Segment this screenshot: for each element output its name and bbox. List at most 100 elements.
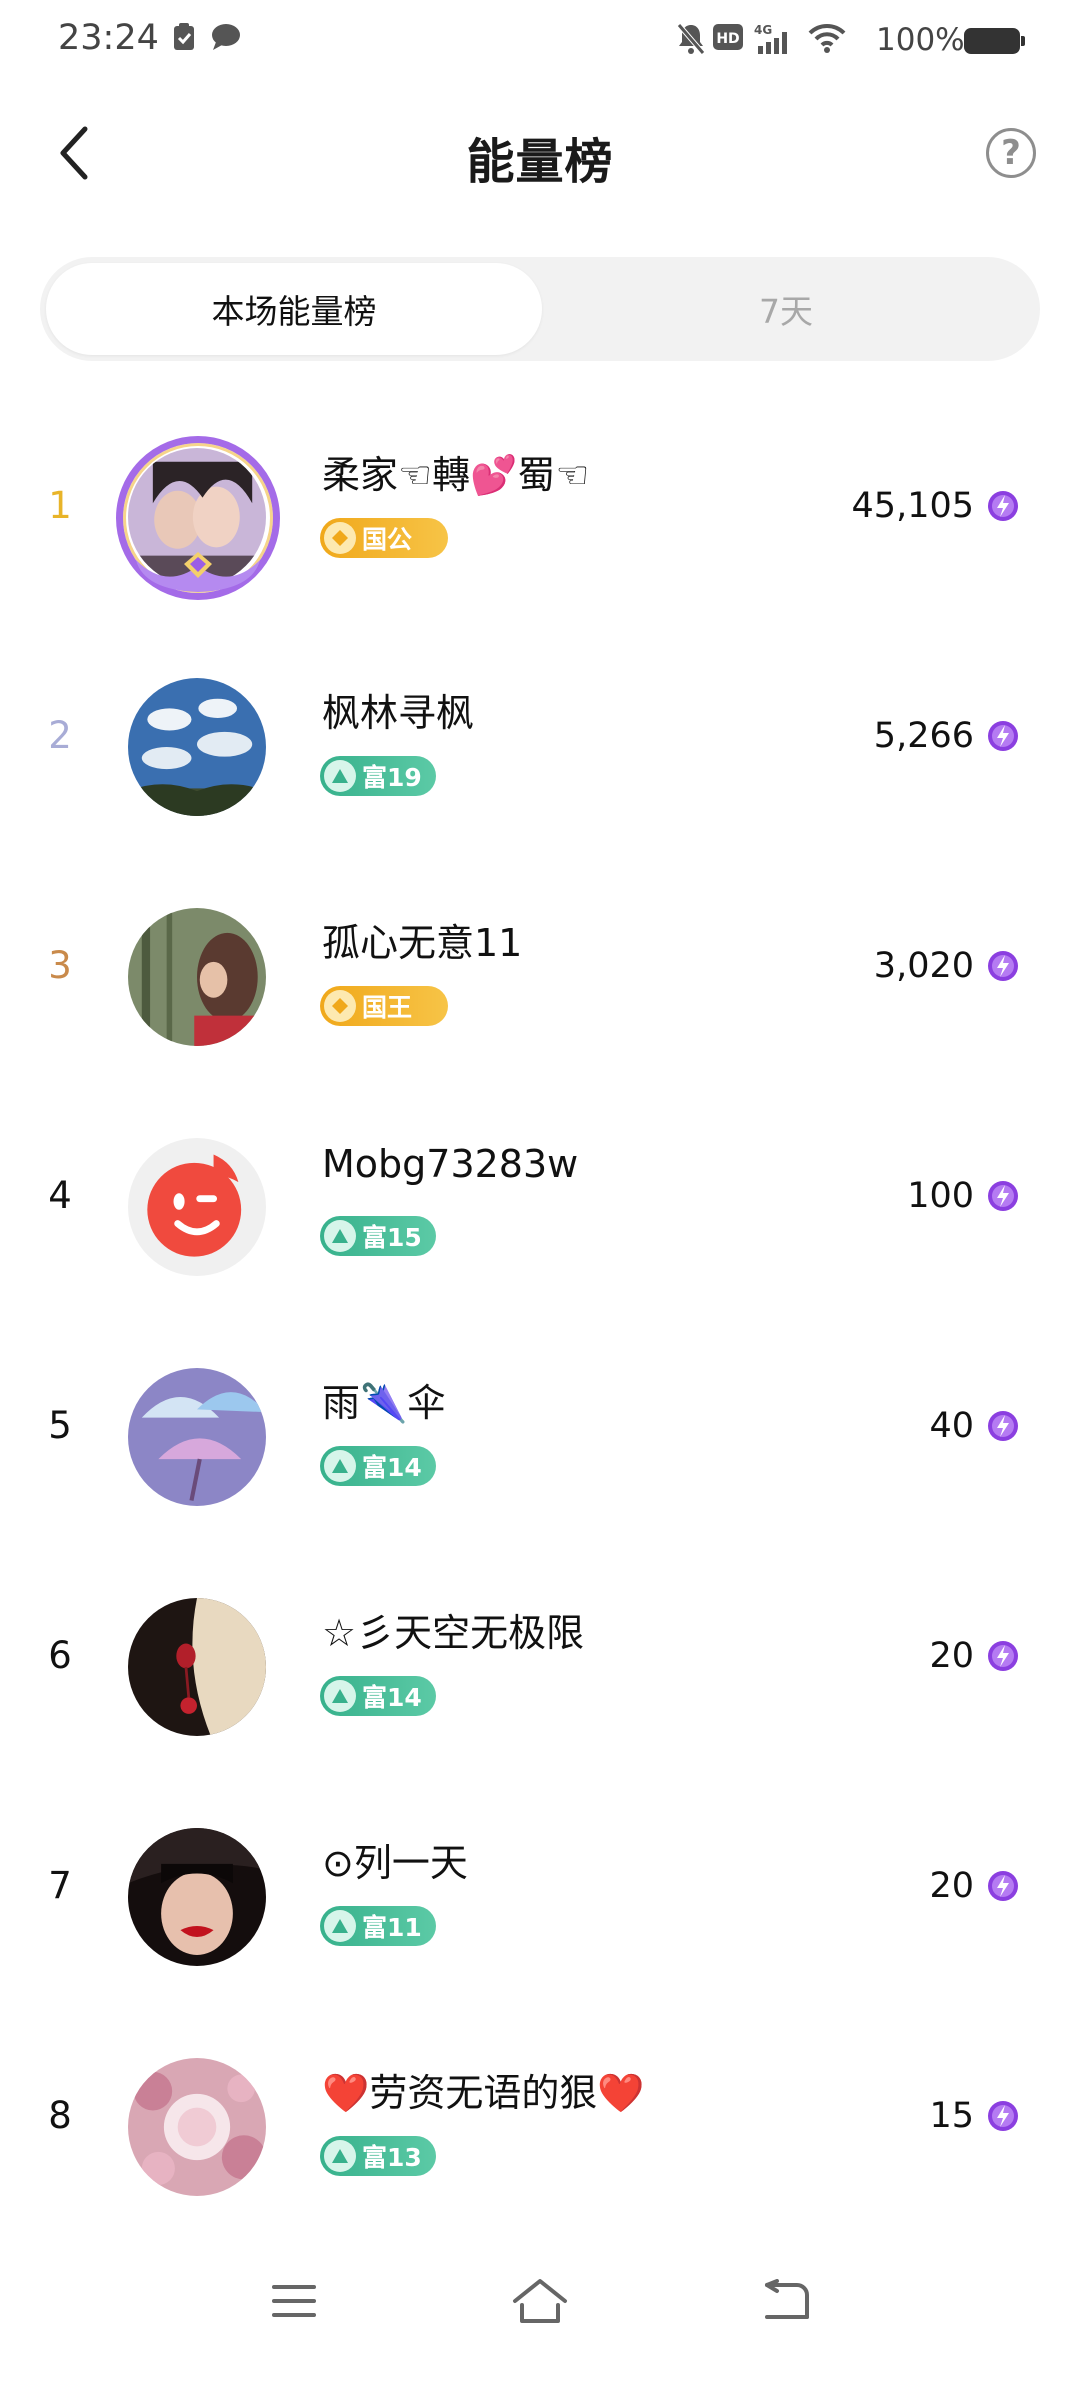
noble-badge: 国王 — [320, 986, 448, 1026]
score-value: 100 — [907, 1176, 974, 1216]
avatar[interactable] — [128, 1598, 266, 1736]
ranking-row[interactable]: 2 枫林寻枫 富19 5,266 — [0, 630, 1080, 860]
page-title: 能量榜 — [466, 134, 614, 190]
ranking-row[interactable]: 4 Mobg73283w 富15 100 — [0, 1090, 1080, 1320]
wealth-badge: 富13 — [320, 2136, 436, 2176]
signal-4g-icon: 4G — [754, 22, 794, 60]
energy-bolt-icon — [988, 1181, 1018, 1211]
wealth-badge: 富19 — [320, 756, 436, 796]
rank-number: 6 — [48, 1634, 72, 1677]
ranking-row[interactable]: 1 柔家☜轉💕蜀☜ 国公 45,105 — [0, 400, 1080, 630]
wealth-badge: 富14 — [320, 1446, 436, 1486]
energy-bolt-icon — [988, 951, 1018, 981]
menu-icon — [272, 2285, 316, 2317]
energy-bolt-icon — [988, 1641, 1018, 1671]
back-icon — [765, 2279, 809, 2319]
badge-label: 富19 — [362, 763, 422, 792]
header: 能量榜 ? — [0, 100, 1080, 210]
energy-bolt-icon — [988, 1411, 1018, 1441]
badge-label: 富15 — [362, 1223, 422, 1252]
score-value: 3,020 — [873, 946, 974, 986]
energy-score: 5,266 — [874, 714, 1020, 758]
badge-label: 富14 — [362, 1453, 422, 1482]
svg-text:4G: 4G — [754, 23, 772, 37]
noble-badge: 国公 — [320, 518, 448, 558]
badge-label: 富11 — [362, 1913, 422, 1942]
wifi-icon — [808, 22, 846, 58]
score-value: 20 — [929, 1866, 974, 1906]
home-button[interactable] — [500, 2266, 580, 2336]
rank-number: 1 — [48, 484, 72, 527]
mute-bell-icon — [676, 22, 706, 60]
score-value: 15 — [929, 2096, 974, 2136]
rank-number: 5 — [48, 1404, 72, 1447]
energy-bolt-icon — [988, 491, 1018, 521]
avatar[interactable] — [128, 1368, 266, 1506]
energy-bolt-icon — [988, 2101, 1018, 2131]
avatar[interactable] — [128, 678, 266, 816]
crown-ornament-icon — [136, 552, 260, 592]
ranking-row[interactable]: 6 ☆彡天空无极限 富14 20 — [0, 1550, 1080, 1780]
back-nav-button[interactable] — [746, 2266, 826, 2336]
diamond-icon — [324, 522, 356, 554]
user-name: 柔家☜轉💕蜀☜ — [322, 453, 590, 497]
badge-label: 富13 — [362, 2143, 422, 2172]
triangle-icon — [324, 1450, 356, 1482]
user-name: 雨🌂伞 — [322, 1381, 446, 1425]
rank-number: 8 — [48, 2094, 72, 2137]
wealth-badge: 富15 — [320, 1216, 436, 1256]
tab-current-session[interactable]: 本场能量榜 — [46, 263, 542, 355]
score-value: 20 — [929, 1636, 974, 1676]
user-name: Mobg73283w — [322, 1142, 579, 1186]
rank-number: 2 — [48, 714, 72, 757]
hd-icon: HD — [712, 22, 744, 56]
badge-label: 国王 — [362, 993, 413, 1022]
user-name: ☆彡天空无极限 — [322, 1611, 585, 1655]
score-value: 45,105 — [851, 486, 974, 526]
avatar[interactable] — [128, 908, 266, 1046]
ranking-row[interactable]: 3 孤心无意11 国王 3,020 — [0, 860, 1080, 1090]
menu-button[interactable] — [254, 2266, 334, 2336]
wealth-badge: 富11 — [320, 1906, 436, 1946]
rank-number: 4 — [48, 1174, 72, 1217]
score-value: 5,266 — [873, 716, 974, 756]
badge-label: 国公 — [362, 525, 413, 554]
tab-7-days[interactable]: 7天 — [538, 263, 1034, 355]
status-bar: 23:24 HD 4G 100% — [0, 0, 1080, 84]
avatar[interactable] — [128, 1138, 266, 1276]
message-icon — [210, 22, 242, 56]
svg-text:HD: HD — [716, 31, 739, 47]
user-name: 枫林寻枫 — [322, 691, 475, 735]
energy-score: 45,105 — [852, 484, 1020, 528]
avatar[interactable] — [128, 2058, 266, 2196]
energy-score: 20 — [929, 1634, 1020, 1678]
status-time: 23:24 — [58, 18, 159, 58]
rank-number: 3 — [48, 944, 72, 987]
help-button[interactable]: ? — [986, 128, 1036, 178]
user-name: ❤️劳资无语的狠❤️ — [322, 2071, 645, 2115]
ranking-row[interactable]: 7 ⊙列一天 富11 20 — [0, 1780, 1080, 2010]
triangle-icon — [324, 1910, 356, 1942]
energy-score: 40 — [929, 1404, 1020, 1448]
battery-percent: 100% — [876, 22, 965, 58]
energy-bolt-icon — [988, 1871, 1018, 1901]
user-name: 孤心无意11 — [322, 921, 523, 965]
tab-bar: 本场能量榜 7天 — [40, 257, 1040, 361]
avatar[interactable] — [128, 1828, 266, 1966]
user-name: ⊙列一天 — [322, 1841, 468, 1885]
battery-icon — [964, 28, 1025, 54]
diamond-icon — [324, 990, 356, 1022]
energy-bolt-icon — [988, 721, 1018, 751]
question-circle-icon: ? — [1001, 133, 1021, 173]
energy-score: 20 — [929, 1864, 1020, 1908]
energy-score: 100 — [907, 1174, 1020, 1218]
triangle-icon — [324, 1680, 356, 1712]
clipboard-icon — [172, 22, 196, 56]
rank-number: 7 — [48, 1864, 72, 1907]
triangle-icon — [324, 1220, 356, 1252]
ranking-row[interactable]: 8 ❤️劳资无语的狠❤️ 富13 15 — [0, 2010, 1080, 2240]
score-value: 40 — [929, 1406, 974, 1446]
system-nav-bar — [0, 2240, 1080, 2360]
energy-score: 15 — [929, 2094, 1020, 2138]
ranking-row[interactable]: 5 雨🌂伞 富14 40 — [0, 1320, 1080, 1550]
